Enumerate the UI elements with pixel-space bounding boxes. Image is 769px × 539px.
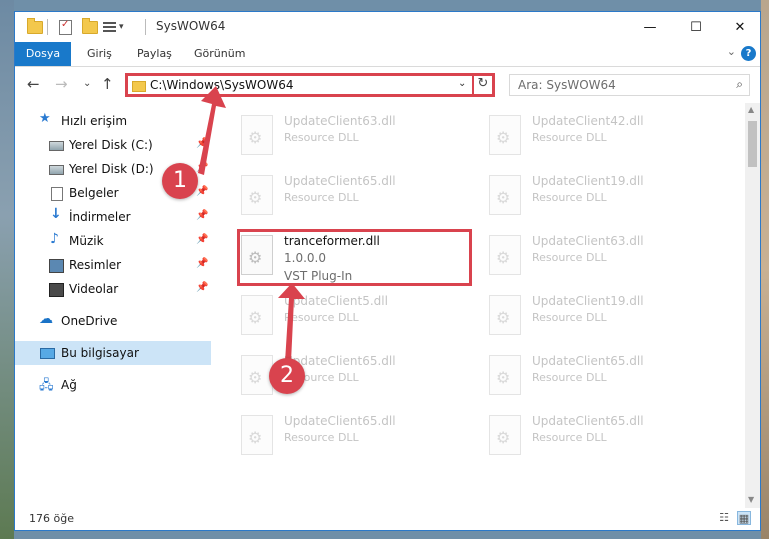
arrow-1 <box>198 86 226 175</box>
arrow-2 <box>278 283 305 362</box>
annotation-arrows <box>198 86 305 362</box>
step-1-badge: 1 <box>162 163 198 199</box>
step-2-badge: 2 <box>269 358 305 394</box>
